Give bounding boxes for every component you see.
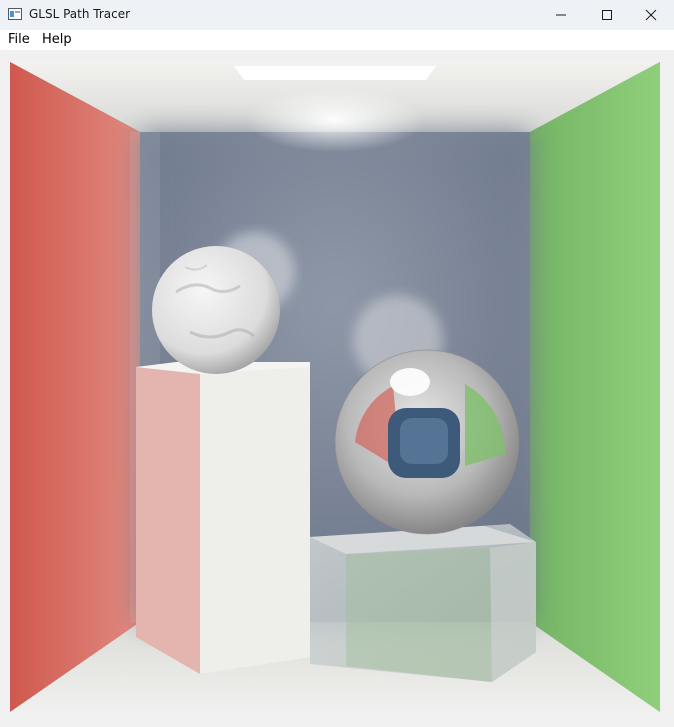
menu-bar: File Help <box>0 30 674 50</box>
maximize-button[interactable] <box>584 0 630 30</box>
title-bar[interactable]: GLSL Path Tracer <box>0 0 674 30</box>
window-title: GLSL Path Tracer <box>29 7 131 21</box>
app-window: GLSL Path Tracer File Help <box>0 0 674 727</box>
render-viewport[interactable] <box>10 62 660 712</box>
menu-help[interactable]: Help <box>42 32 72 47</box>
minimize-icon <box>556 14 566 16</box>
close-icon <box>645 9 657 21</box>
menu-file[interactable]: File <box>8 32 30 47</box>
app-icon <box>8 8 22 20</box>
render-scene <box>10 62 660 712</box>
minimize-button[interactable] <box>538 0 584 30</box>
close-button[interactable] <box>628 0 674 30</box>
maximize-icon <box>602 10 612 20</box>
